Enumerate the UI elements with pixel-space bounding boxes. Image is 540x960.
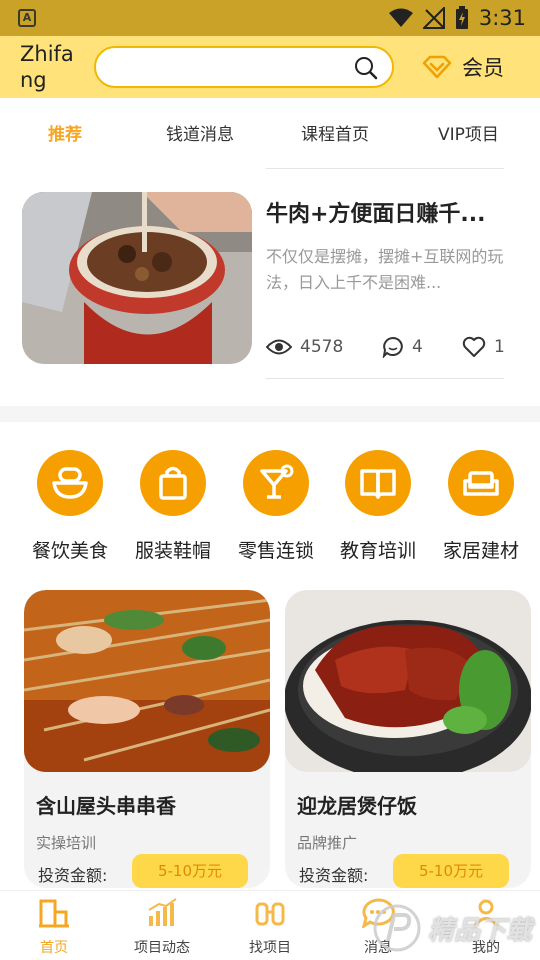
- status-bar: A 3:31: [0, 0, 540, 36]
- tab-vip-projects[interactable]: VIP项目: [438, 120, 499, 145]
- comments-count: 4: [412, 337, 423, 357]
- tab-course-home[interactable]: 课程首页: [301, 120, 369, 145]
- article-description: 不仅仅是摆摊，摆摊+互联网的玩法，日入上千不是困难...: [266, 247, 504, 292]
- divider: [266, 168, 504, 169]
- tab-money-news[interactable]: 钱道消息: [166, 120, 234, 145]
- category-food[interactable]: 餐饮美食: [20, 450, 120, 563]
- investment-label: 投资金额:: [299, 866, 369, 885]
- search-box[interactable]: [94, 46, 394, 88]
- tab-recommend[interactable]: 推荐: [48, 120, 82, 145]
- category-label: 零售连锁: [237, 540, 314, 562]
- nav-home[interactable]: 首页: [14, 897, 94, 957]
- battery-charging-icon: [455, 6, 468, 29]
- category-label: 教育培训: [339, 540, 416, 562]
- category-row: 餐饮美食 服装鞋帽 零售连锁 教育培训 家居建材: [0, 422, 540, 588]
- divider: [266, 378, 504, 379]
- book-icon: [345, 450, 411, 516]
- search-input[interactable]: [112, 48, 352, 86]
- nav-label: 项目动态: [134, 940, 190, 956]
- binoculars-icon: [255, 902, 285, 926]
- project-list: 含山屋头串串香 实操培训 投资金额: 5-10万元 迎龙居煲仔饭 品牌推广 投资…: [0, 588, 540, 890]
- nav-project-updates[interactable]: 项目动态: [122, 897, 202, 957]
- no-signal-icon: [422, 7, 445, 29]
- eye-icon: [266, 339, 292, 355]
- bowl-icon: [37, 450, 103, 516]
- top-bar: Zhifang 会员: [0, 36, 540, 98]
- brand-name: Zhifang: [20, 42, 74, 92]
- category-label: 家居建材: [442, 540, 519, 562]
- project-card[interactable]: 迎龙居煲仔饭 品牌推广 投资金额: 5-10万元: [285, 590, 531, 888]
- project-image: [285, 590, 531, 772]
- category-label: 服装鞋帽: [134, 540, 211, 562]
- project-tag: 实操培训: [36, 834, 97, 852]
- tab-bar: 推荐 钱道消息 课程首页 VIP项目: [0, 98, 540, 168]
- cocktail-icon: [243, 450, 309, 516]
- likes-count: 1: [494, 337, 505, 357]
- shopping-bag-icon: [140, 450, 206, 516]
- category-retail[interactable]: 零售连锁: [226, 450, 326, 563]
- vip-button[interactable]: 会员: [422, 52, 504, 82]
- views-count: 4578: [300, 337, 344, 357]
- investment-amount-badge: 5-10万元: [393, 854, 509, 888]
- heart-icon: [462, 336, 486, 357]
- home-building-icon: [39, 899, 69, 928]
- likes-stat[interactable]: 1: [462, 336, 505, 358]
- category-clothing[interactable]: 服装鞋帽: [123, 450, 223, 563]
- watermark-logo-icon: [373, 904, 421, 952]
- project-image: [24, 590, 270, 772]
- project-title[interactable]: 迎龙居煲仔饭: [297, 790, 417, 819]
- search-icon[interactable]: [354, 56, 378, 80]
- site-watermark: 精品下载: [372, 900, 540, 956]
- comment-icon: [382, 336, 403, 358]
- nav-label: 找项目: [249, 940, 291, 956]
- category-education[interactable]: 教育培训: [328, 450, 428, 563]
- project-card[interactable]: 含山屋头串串香 实操培训 投资金额: 5-10万元: [24, 590, 270, 888]
- project-title[interactable]: 含山屋头串串香: [36, 790, 176, 819]
- category-home[interactable]: 家居建材: [431, 450, 531, 563]
- category-label: 餐饮美食: [31, 540, 108, 562]
- vip-label: 会员: [462, 56, 504, 80]
- project-tag: 品牌推广: [297, 834, 358, 852]
- diamond-icon: [422, 55, 452, 79]
- nav-find-project[interactable]: 找项目: [230, 897, 310, 957]
- sofa-icon: [448, 450, 514, 516]
- wifi-icon: [388, 8, 413, 27]
- app-notification-icon: A: [18, 9, 36, 27]
- article-thumbnail[interactable]: [22, 192, 252, 364]
- investment-amount-badge: 5-10万元: [132, 854, 248, 888]
- status-time: 3:31: [478, 6, 526, 30]
- article-stats: 4578 4 1: [266, 336, 506, 358]
- featured-article[interactable]: 牛肉+方便面日赚千... 不仅仅是摆摊，摆摊+互联网的玩法，日入上千不是困难..…: [0, 168, 540, 406]
- article-title[interactable]: 牛肉+方便面日赚千...: [266, 196, 506, 228]
- nav-label: 首页: [40, 940, 68, 956]
- watermark-text: 精品下载: [428, 915, 533, 946]
- views-stat: 4578: [266, 337, 382, 357]
- investment-label: 投资金额:: [38, 866, 108, 885]
- bar-chart-icon: [148, 898, 177, 926]
- comments-stat[interactable]: 4: [382, 336, 462, 358]
